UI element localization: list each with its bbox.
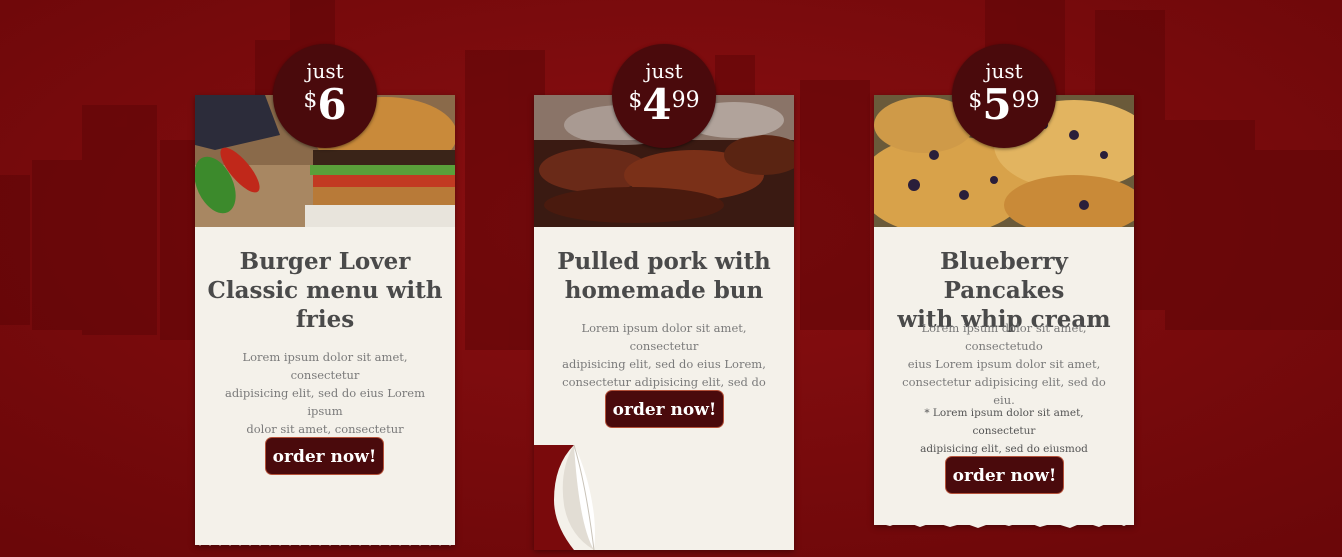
order-now-button[interactable]: order now!: [605, 390, 724, 428]
price-badge: just $6: [273, 44, 377, 148]
order-now-button[interactable]: order now!: [265, 437, 384, 475]
card-title: Burger Lover Classic menu with fries: [207, 248, 443, 333]
card-description: Lorem ipsum dolor sit amet, consectetudo…: [902, 321, 1106, 407]
card-footnote: * Lorem ipsum dolor sit amet, consectetu…: [920, 407, 1088, 455]
zigzag-edge: [195, 537, 455, 546]
menu-card-burger: Burger Lover Classic menu with fries Lor…: [195, 95, 455, 546]
order-now-button[interactable]: order now!: [945, 456, 1064, 494]
torn-edge: [874, 515, 1134, 528]
card-title: Pulled pork with homemade bun: [557, 248, 771, 304]
price-badge: just $499: [612, 44, 716, 148]
menu-card-blueberry-pancakes: Blueberry Pancakes with whip cream Lorem…: [874, 95, 1134, 528]
page-curl: [534, 445, 595, 550]
menu-card-pulled-pork: Pulled pork with homemade bun Lorem ipsu…: [534, 95, 794, 550]
price-badge: just $599: [952, 44, 1056, 148]
